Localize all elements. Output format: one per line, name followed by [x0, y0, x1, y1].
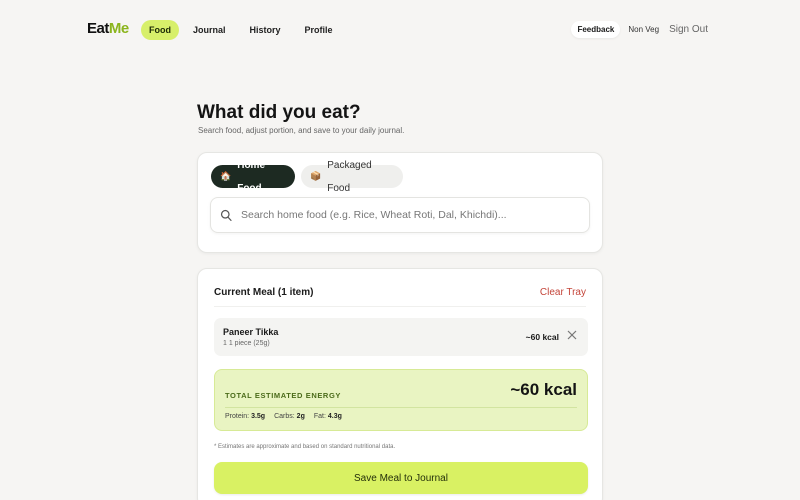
clear-tray-button[interactable]: Clear Tray — [540, 287, 586, 298]
logo-part-1: Eat — [87, 20, 109, 37]
estimate-note: * Estimates are approximate and based on… — [214, 444, 396, 450]
current-meal-title: Current Meal (1 item) — [214, 287, 314, 298]
feedback-button[interactable]: Feedback — [571, 21, 621, 38]
remove-item-close-icon[interactable] — [567, 328, 577, 343]
tab-home-food-label: Home Food — [237, 159, 266, 194]
meal-item: Paneer Tikka 1 1 piece (25g) ~60 kcal — [214, 318, 588, 356]
current-meal-card: Current Meal (1 item) Clear Tray Paneer … — [197, 268, 603, 500]
tab-home-food[interactable]: 🏠 Home Food — [211, 160, 295, 194]
carbs-value: 2g — [296, 413, 305, 420]
meal-item-portion: 1 1 piece (25g) — [223, 340, 270, 347]
nav-links: Food Journal History Profile — [141, 20, 347, 40]
fat-macro: Fat: 4.3g — [314, 413, 342, 420]
meal-item-kcal: ~60 kcal — [525, 332, 559, 342]
energy-value: ~60 kcal — [510, 380, 577, 399]
logo[interactable]: EatMe — [87, 20, 129, 37]
search-box — [210, 197, 590, 233]
search-input[interactable] — [241, 209, 571, 221]
fat-label: Fat: — [313, 413, 326, 420]
energy-summary: TOTAL ESTIMATED ENERGY ~60 kcal Protein:… — [214, 369, 588, 431]
macros-row: Protein: 3.5g Carbs: 2g Fat: 4.3g — [225, 413, 342, 420]
food-type-tabs: 🏠 Home Food 📦 Packaged Food — [211, 160, 403, 194]
tab-packaged-food[interactable]: 📦 Packaged Food — [301, 160, 403, 194]
top-nav: EatMe Food Journal History Profile Feedb… — [0, 0, 800, 60]
save-meal-button[interactable]: Save Meal to Journal — [214, 462, 588, 494]
protein-label: Protein: — [225, 413, 250, 420]
box-icon: 📦 — [310, 171, 322, 181]
fat-value: 4.3g — [327, 413, 342, 420]
meal-item-name: Paneer Tikka — [223, 327, 279, 337]
page-title: What did you eat? — [197, 102, 361, 123]
house-icon: 🏠 — [220, 171, 232, 181]
divider — [214, 306, 586, 307]
search-icon — [211, 209, 241, 222]
carbs-label: Carbs: — [274, 413, 295, 420]
protein-value: 3.5g — [251, 413, 266, 420]
nav-food[interactable]: Food — [141, 20, 179, 40]
page-subtitle: Search food, adjust portion, and save to… — [198, 126, 405, 135]
energy-divider — [225, 407, 577, 408]
nav-journal[interactable]: Journal — [183, 20, 236, 40]
energy-label: TOTAL ESTIMATED ENERGY — [225, 391, 341, 400]
logo-part-2: Me — [108, 20, 129, 37]
diet-toggle[interactable]: Non Veg — [628, 25, 659, 34]
nav-profile[interactable]: Profile — [295, 20, 343, 40]
nav-history[interactable]: History — [240, 20, 291, 40]
carbs-macro: Carbs: 2g — [274, 413, 305, 420]
nav-right: Feedback Non Veg Sign Out — [571, 21, 708, 38]
protein-macro: Protein: 3.5g — [225, 413, 265, 420]
search-card: 🏠 Home Food 📦 Packaged Food — [197, 152, 603, 253]
tab-packaged-food-label: Packaged Food — [327, 159, 372, 194]
sign-out-link[interactable]: Sign Out — [669, 24, 708, 35]
